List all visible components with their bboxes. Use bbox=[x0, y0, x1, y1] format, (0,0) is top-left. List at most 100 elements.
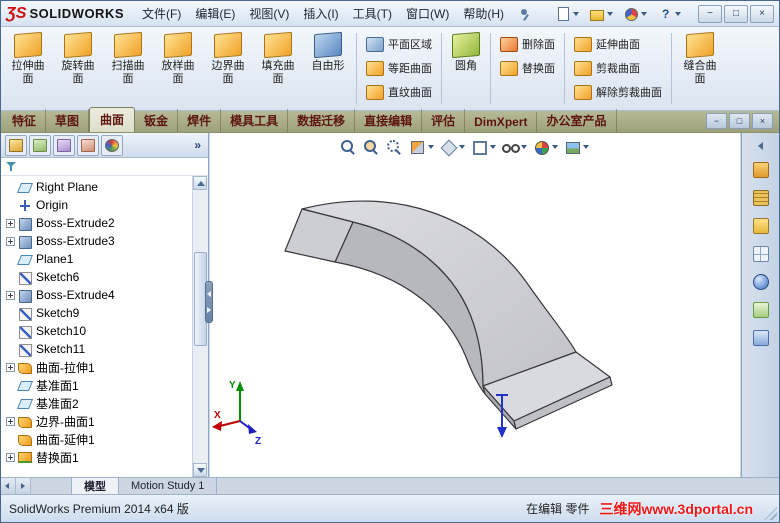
ribbon-button-fillet[interactable]: 圆角 bbox=[445, 29, 487, 108]
task-pane-button[interactable] bbox=[750, 299, 772, 321]
panel-overflow-button[interactable]: » bbox=[191, 138, 204, 152]
view-tool-button[interactable] bbox=[469, 137, 497, 157]
expand-toggle[interactable] bbox=[6, 416, 15, 426]
menu-item[interactable]: 编辑(E) bbox=[188, 2, 242, 25]
tree-item[interactable]: 曲面-延伸1 bbox=[1, 430, 193, 448]
dropdown-arrow-icon[interactable] bbox=[641, 11, 647, 16]
menu-item[interactable]: 文件(F) bbox=[135, 2, 188, 25]
close-button[interactable]: × bbox=[750, 4, 774, 23]
task-pane-button[interactable] bbox=[750, 215, 772, 237]
tree-item[interactable]: Boss-Extrude4 bbox=[1, 286, 193, 304]
view-tool-button[interactable] bbox=[384, 137, 404, 157]
doc-minimize-button[interactable]: − bbox=[706, 113, 727, 129]
tree-filter-bar[interactable] bbox=[1, 158, 208, 176]
ribbon-button[interactable]: 平面区域 bbox=[360, 32, 438, 56]
panel-tab[interactable] bbox=[77, 134, 99, 156]
command-tab[interactable]: 钣金 bbox=[135, 109, 179, 132]
panel-tab[interactable] bbox=[29, 134, 51, 156]
tree-item[interactable]: Boss-Extrude3 bbox=[1, 232, 193, 250]
menu-item[interactable]: 视图(V) bbox=[242, 2, 296, 25]
resize-grip[interactable] bbox=[764, 507, 777, 520]
view-tool-button[interactable] bbox=[531, 137, 559, 157]
menu-item[interactable]: 插入(I) bbox=[296, 2, 345, 25]
expand-toggle[interactable] bbox=[6, 290, 15, 300]
ribbon-button[interactable]: 拉伸曲面 bbox=[3, 29, 53, 108]
tab-scroll-right-button[interactable] bbox=[16, 478, 31, 494]
tree-item[interactable]: Right Plane bbox=[1, 178, 193, 196]
dropdown-arrow-icon[interactable] bbox=[675, 11, 681, 16]
task-pane-button[interactable] bbox=[750, 327, 772, 349]
ribbon-button[interactable]: 替换面 bbox=[494, 56, 561, 80]
ribbon-button[interactable]: 放样曲面 bbox=[153, 29, 203, 108]
model-viewport[interactable]: Y X Z bbox=[210, 133, 740, 477]
view-tool-button[interactable] bbox=[338, 137, 358, 157]
tree-item[interactable]: Sketch6 bbox=[1, 268, 193, 286]
model-3d-part[interactable] bbox=[284, 200, 613, 430]
tree-item[interactable]: Plane1 bbox=[1, 250, 193, 268]
tree-item[interactable]: 边界-曲面1 bbox=[1, 412, 193, 430]
quick-tool-button[interactable] bbox=[655, 5, 683, 23]
ribbon-button[interactable]: 解除剪裁曲面 bbox=[568, 80, 668, 104]
dropdown-arrow-icon[interactable] bbox=[607, 11, 613, 16]
command-tab[interactable]: 直接编辑 bbox=[355, 109, 423, 132]
ribbon-button[interactable]: 边界曲面 bbox=[203, 29, 253, 108]
ribbon-button[interactable]: 自由形 bbox=[303, 29, 353, 108]
document-tab[interactable]: Motion Study 1 bbox=[119, 478, 218, 494]
expand-toggle[interactable] bbox=[6, 362, 15, 372]
ribbon-button-knit[interactable]: 缝合曲面 bbox=[675, 29, 725, 108]
scrollbar-up-button[interactable] bbox=[193, 176, 207, 190]
pushpin-icon[interactable] bbox=[518, 7, 532, 21]
ribbon-button[interactable]: 剪裁曲面 bbox=[568, 56, 668, 80]
menu-item[interactable]: 工具(T) bbox=[346, 2, 399, 25]
expand-toggle[interactable] bbox=[6, 218, 15, 228]
tree-item[interactable]: Sketch11 bbox=[1, 340, 193, 358]
ribbon-button[interactable]: 删除面 bbox=[494, 32, 561, 56]
maximize-button[interactable]: □ bbox=[724, 4, 748, 23]
tree-item[interactable]: 基准面1 bbox=[1, 376, 193, 394]
dropdown-arrow-icon[interactable] bbox=[490, 145, 496, 149]
view-tool-button[interactable] bbox=[438, 137, 466, 157]
menu-item[interactable]: 帮助(H) bbox=[456, 2, 511, 25]
tree-item[interactable]: Sketch10 bbox=[1, 322, 193, 340]
task-pane-button[interactable] bbox=[750, 187, 772, 209]
panel-splitter[interactable] bbox=[205, 281, 213, 323]
view-tool-button[interactable] bbox=[500, 137, 528, 157]
panel-tab[interactable] bbox=[53, 134, 75, 156]
ribbon-button[interactable]: 填充曲面 bbox=[253, 29, 303, 108]
command-tab[interactable]: 模具工具 bbox=[221, 109, 289, 132]
dropdown-arrow-icon[interactable] bbox=[521, 145, 527, 149]
tab-scroll-left-button[interactable] bbox=[1, 478, 16, 494]
expand-toggle[interactable] bbox=[6, 236, 15, 246]
scrollbar-down-button[interactable] bbox=[193, 463, 207, 477]
task-pane-button[interactable] bbox=[750, 159, 772, 181]
dropdown-arrow-icon[interactable] bbox=[552, 145, 558, 149]
command-tab[interactable]: DimXpert bbox=[465, 112, 538, 132]
quick-tool-button[interactable] bbox=[587, 5, 615, 23]
tree-item[interactable]: Boss-Extrude2 bbox=[1, 214, 193, 232]
task-pane-collapse-button[interactable] bbox=[753, 139, 769, 153]
dropdown-arrow-icon[interactable] bbox=[573, 11, 579, 16]
panel-tab[interactable] bbox=[101, 134, 123, 156]
command-tab[interactable]: 评估 bbox=[422, 109, 466, 132]
command-tab[interactable]: 草图 bbox=[46, 109, 90, 132]
command-tab[interactable]: 办公室产品 bbox=[537, 109, 617, 132]
tree-item[interactable]: Origin bbox=[1, 196, 193, 214]
graphics-area[interactable]: Y X Z bbox=[210, 133, 740, 477]
tree-item[interactable]: 曲面-拉伸1 bbox=[1, 358, 193, 376]
menu-item[interactable]: 窗口(W) bbox=[399, 2, 456, 25]
tree-scrollbar[interactable] bbox=[192, 176, 208, 477]
dropdown-arrow-icon[interactable] bbox=[459, 145, 465, 149]
tree-item[interactable]: 基准面2 bbox=[1, 394, 193, 412]
tree-item[interactable]: Sketch9 bbox=[1, 304, 193, 322]
quick-tool-button[interactable] bbox=[553, 5, 581, 23]
ribbon-button[interactable]: 延伸曲面 bbox=[568, 32, 668, 56]
minimize-button[interactable]: − bbox=[698, 4, 722, 23]
dropdown-arrow-icon[interactable] bbox=[428, 145, 434, 149]
ribbon-button[interactable]: 旋转曲面 bbox=[53, 29, 103, 108]
command-tab[interactable]: 焊件 bbox=[178, 109, 222, 132]
command-tab[interactable]: 曲面 bbox=[89, 107, 136, 132]
quick-tool-button[interactable] bbox=[621, 5, 649, 23]
dropdown-arrow-icon[interactable] bbox=[583, 145, 589, 149]
ribbon-button[interactable]: 直纹曲面 bbox=[360, 80, 438, 104]
command-tab[interactable]: 特征 bbox=[3, 109, 47, 132]
